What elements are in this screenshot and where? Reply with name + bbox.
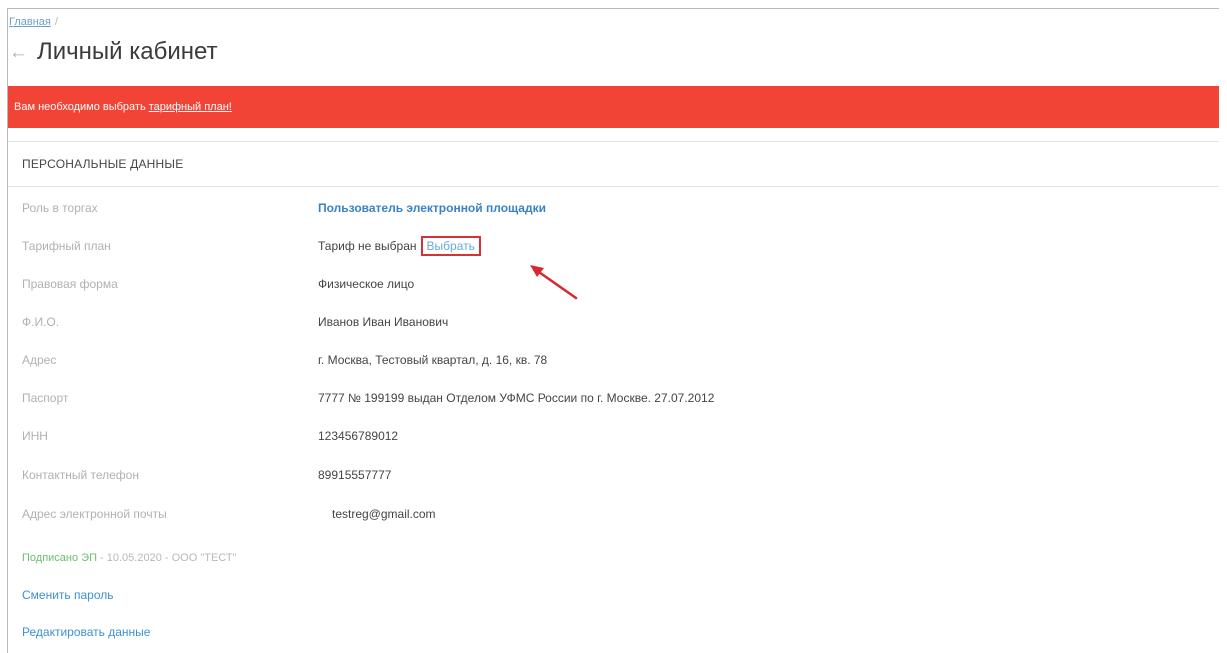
section-header: ПЕРСОНАЛЬНЫЕ ДАННЫЕ [8,141,1219,187]
edit-data-link[interactable]: Редактировать данные [22,625,150,639]
address-value: г. Москва, Тестовый квартал, д. 16, кв. … [318,353,548,367]
field-row-inn: ИНН 123456789012 [22,426,1202,446]
field-label: Адрес [22,353,57,367]
field-label: Правовая форма [22,277,118,291]
signature-separator: - [96,552,107,564]
legal-form-value: Физическое лицо [318,277,415,291]
field-label: Контактный телефон [22,468,139,482]
signed-label: Подписано ЭП [22,552,97,564]
signature-date: 10.05.2020 [106,552,162,564]
breadcrumb: Главная / [9,16,58,28]
field-row-role: Роль в торгах Пользователь электронной п… [22,198,1202,218]
field-label: Паспорт [22,391,69,405]
field-label: Роль в торгах [22,201,98,215]
passport-value: 7777 № 199199 выдан Отделом УФМС России … [318,391,715,405]
signature-separator: - [161,552,172,564]
field-row-fio: Ф.И.О. Иванов Иван Иванович [22,312,1202,332]
field-label: Адрес электронной почты [22,507,167,521]
email-value: testreg@gmail.com [332,507,436,521]
field-row-address: Адрес г. Москва, Тестовый квартал, д. 16… [22,350,1202,370]
field-label: Тарифный план [22,239,111,253]
field-row-phone: Контактный телефон 89915557777 [22,465,1202,485]
field-row-legal-form: Правовая форма Физическое лицо [22,274,1202,294]
inn-value: 123456789012 [318,429,399,443]
change-password-link[interactable]: Сменить пароль [22,588,114,602]
field-label: ИНН [22,429,48,443]
tariff-value: Тариф не выбран [318,239,417,253]
role-value: Пользователь электронной площадки [318,201,546,215]
signature-org: ООО "ТЕСТ" [171,552,237,564]
field-row-passport: Паспорт 7777 № 199199 выдан Отделом УФМС… [22,388,1202,408]
field-label: Ф.И.О. [22,315,60,329]
field-row-tariff: Тарифный план Тариф не выбран Выбрать [22,236,1202,256]
alert-tariff-link[interactable]: тарифный план! [149,101,232,113]
signature-line: Подписано ЭП - 10.05.2020 - ООО "ТЕСТ" [22,552,237,564]
page-title: Личный кабинет [37,38,218,65]
phone-value: 89915557777 [318,468,392,482]
breadcrumb-separator: / [54,16,58,28]
choose-tariff-link[interactable]: Выбрать [420,236,481,256]
breadcrumb-home-link[interactable]: Главная [9,16,51,28]
fio-value: Иванов Иван Иванович [318,315,449,329]
title-row: ← Личный кабинет [9,38,218,66]
arrow-left-icon[interactable]: ← [9,43,31,62]
red-arrow-annotation [530,265,578,300]
tariff-alert-banner: Вам необходимо выбрать тарифный план! [8,86,1219,128]
field-row-email: Адрес электронной почты testreg@gmail.co… [22,504,1202,524]
alert-text: Вам необходимо выбрать [14,101,146,113]
